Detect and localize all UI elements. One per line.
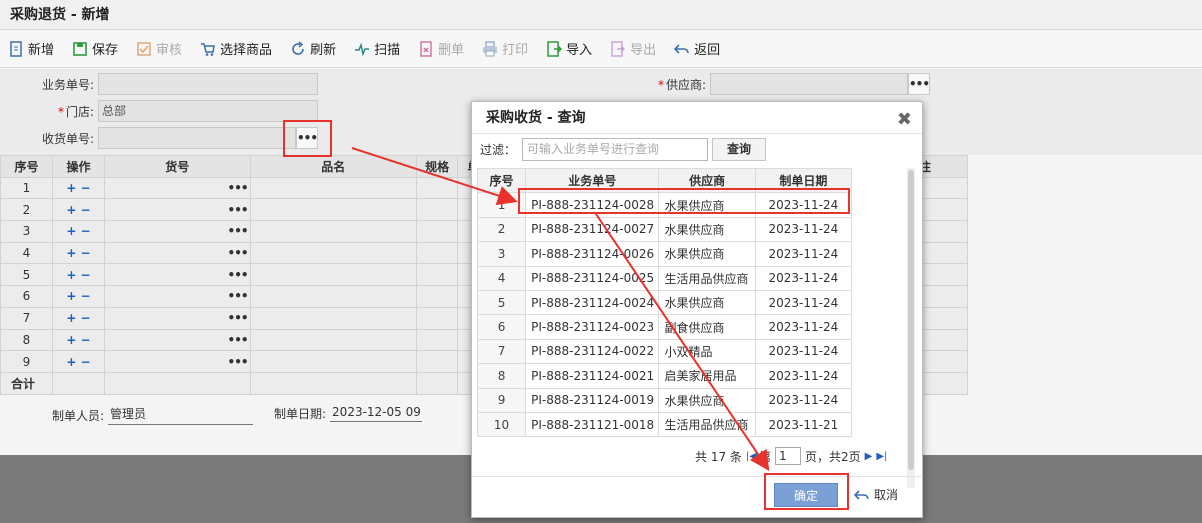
arrow-to-ok-button xyxy=(595,213,770,471)
arrow-to-first-row xyxy=(351,147,518,206)
annotation-arrows xyxy=(351,147,770,471)
